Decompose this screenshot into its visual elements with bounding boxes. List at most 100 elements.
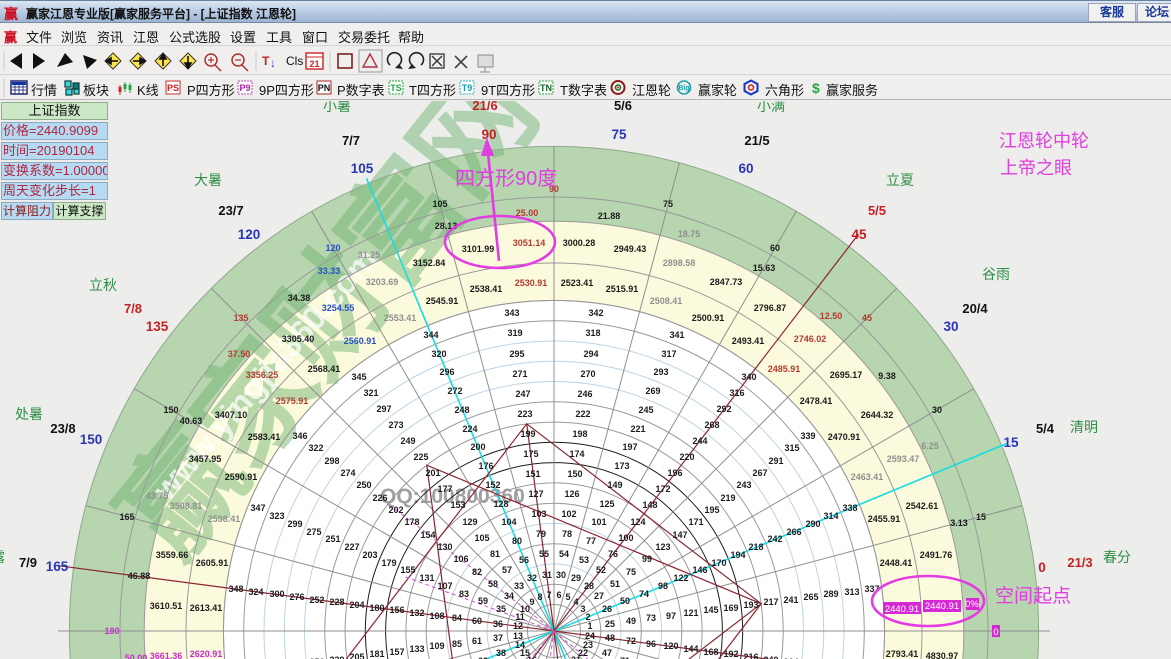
svg-text:122: 122	[673, 573, 688, 583]
svg-text:60: 60	[770, 243, 780, 253]
svg-text:226: 226	[372, 493, 387, 503]
svg-text:265: 265	[803, 592, 818, 602]
svg-text:150: 150	[163, 405, 178, 415]
svg-text:3661.36: 3661.36	[150, 651, 183, 659]
svg-text:23/7: 23/7	[218, 203, 243, 218]
svg-text:50: 50	[620, 596, 630, 606]
svg-text:146: 146	[692, 565, 707, 575]
svg-text:2440.91: 2440.91	[885, 604, 919, 615]
svg-text:53: 53	[579, 555, 589, 565]
svg-text:313: 313	[844, 587, 859, 597]
svg-text:297: 297	[376, 404, 391, 414]
svg-text:23: 23	[583, 640, 593, 650]
svg-text:83: 83	[459, 589, 469, 599]
svg-text:174: 174	[569, 449, 584, 459]
svg-text:3051.14: 3051.14	[513, 238, 546, 248]
svg-text:2530.91: 2530.91	[515, 278, 548, 288]
svg-text:2478.41: 2478.41	[800, 396, 833, 406]
svg-text:3407.10: 3407.10	[215, 410, 248, 420]
svg-text:150: 150	[567, 469, 582, 479]
svg-text:空间起点: 空间起点	[995, 585, 1071, 607]
svg-text:2523.41: 2523.41	[561, 278, 594, 288]
svg-text:155: 155	[400, 565, 415, 575]
svg-text:319: 319	[507, 328, 522, 338]
svg-text:274: 274	[340, 468, 355, 478]
svg-text:4: 4	[573, 597, 578, 607]
svg-text:148: 148	[642, 500, 657, 510]
svg-text:3101.99: 3101.99	[462, 244, 495, 254]
svg-text:169: 169	[723, 603, 738, 613]
svg-text:120: 120	[325, 243, 340, 253]
svg-text:131: 131	[419, 573, 434, 583]
svg-text:3254.55: 3254.55	[322, 303, 355, 313]
svg-text:大暑: 大暑	[194, 172, 222, 188]
svg-text:59: 59	[478, 596, 488, 606]
svg-text:193: 193	[743, 600, 758, 610]
svg-text:315: 315	[784, 443, 799, 453]
svg-text:75: 75	[626, 567, 636, 577]
svg-text:2575.91: 2575.91	[276, 396, 309, 406]
svg-text:12.50: 12.50	[820, 311, 843, 321]
svg-text:18.75: 18.75	[678, 229, 701, 239]
svg-text:293: 293	[653, 367, 668, 377]
svg-text:322: 322	[308, 443, 323, 453]
svg-text:34.38: 34.38	[288, 293, 311, 303]
svg-text:120: 120	[238, 227, 261, 242]
svg-text:PN: PN	[318, 83, 331, 93]
svg-text:105: 105	[432, 199, 447, 209]
svg-text:171: 171	[688, 517, 703, 527]
svg-text:250: 250	[356, 480, 371, 490]
svg-text:2515.91: 2515.91	[606, 284, 639, 294]
svg-text:340: 340	[741, 372, 756, 382]
svg-text:21.88: 21.88	[598, 211, 621, 221]
svg-text:120: 120	[663, 641, 678, 651]
svg-text:269: 269	[645, 386, 660, 396]
svg-text:2583.41: 2583.41	[248, 432, 281, 442]
svg-text:0%: 0%	[965, 599, 979, 610]
svg-text:56: 56	[519, 555, 529, 565]
svg-text:55: 55	[539, 549, 549, 559]
svg-text:346: 346	[292, 431, 307, 441]
svg-text:9: 9	[529, 597, 534, 607]
svg-text:298: 298	[324, 456, 339, 466]
svg-text:29: 29	[571, 573, 581, 583]
svg-text:江恩轮中轮: 江恩轮中轮	[999, 131, 1089, 151]
svg-text:196: 196	[667, 468, 682, 478]
svg-text:321: 321	[363, 388, 378, 398]
svg-text:170: 170	[711, 558, 726, 568]
svg-text:294: 294	[583, 349, 598, 359]
svg-text:168: 168	[703, 647, 718, 657]
svg-text:149: 149	[607, 480, 622, 490]
svg-text:314: 314	[823, 511, 838, 521]
svg-text:228: 228	[329, 597, 344, 607]
svg-text:123: 123	[655, 542, 670, 552]
svg-text:2455.91: 2455.91	[868, 514, 901, 524]
svg-text:38: 38	[496, 648, 506, 658]
svg-text:245: 245	[638, 405, 653, 415]
svg-text:5/5: 5/5	[868, 203, 886, 218]
svg-text:295: 295	[509, 349, 524, 359]
svg-text:198: 198	[572, 429, 587, 439]
svg-text:199: 199	[520, 429, 535, 439]
svg-text:2485.91: 2485.91	[768, 364, 801, 374]
svg-text:109: 109	[429, 641, 444, 651]
svg-text:343: 343	[504, 308, 519, 318]
svg-text:2568.41: 2568.41	[308, 364, 341, 374]
svg-text:3457.95: 3457.95	[189, 454, 222, 464]
svg-text:50.00: 50.00	[125, 653, 148, 659]
svg-text:6: 6	[556, 590, 561, 600]
svg-text:97: 97	[666, 611, 676, 621]
svg-text:276: 276	[289, 592, 304, 602]
svg-text:320: 320	[431, 349, 446, 359]
svg-text:2695.17: 2695.17	[830, 370, 863, 380]
svg-text:60: 60	[472, 616, 482, 626]
svg-text:135: 135	[146, 319, 169, 334]
svg-text:74: 74	[639, 589, 649, 599]
svg-text:3610.51: 3610.51	[150, 601, 183, 611]
svg-text:104: 104	[501, 517, 516, 527]
svg-text:春分: 春分	[1103, 549, 1131, 565]
svg-text:84: 84	[452, 613, 462, 623]
svg-text:251: 251	[325, 534, 340, 544]
svg-text:3203.69: 3203.69	[366, 277, 399, 287]
svg-text:217: 217	[763, 597, 778, 607]
